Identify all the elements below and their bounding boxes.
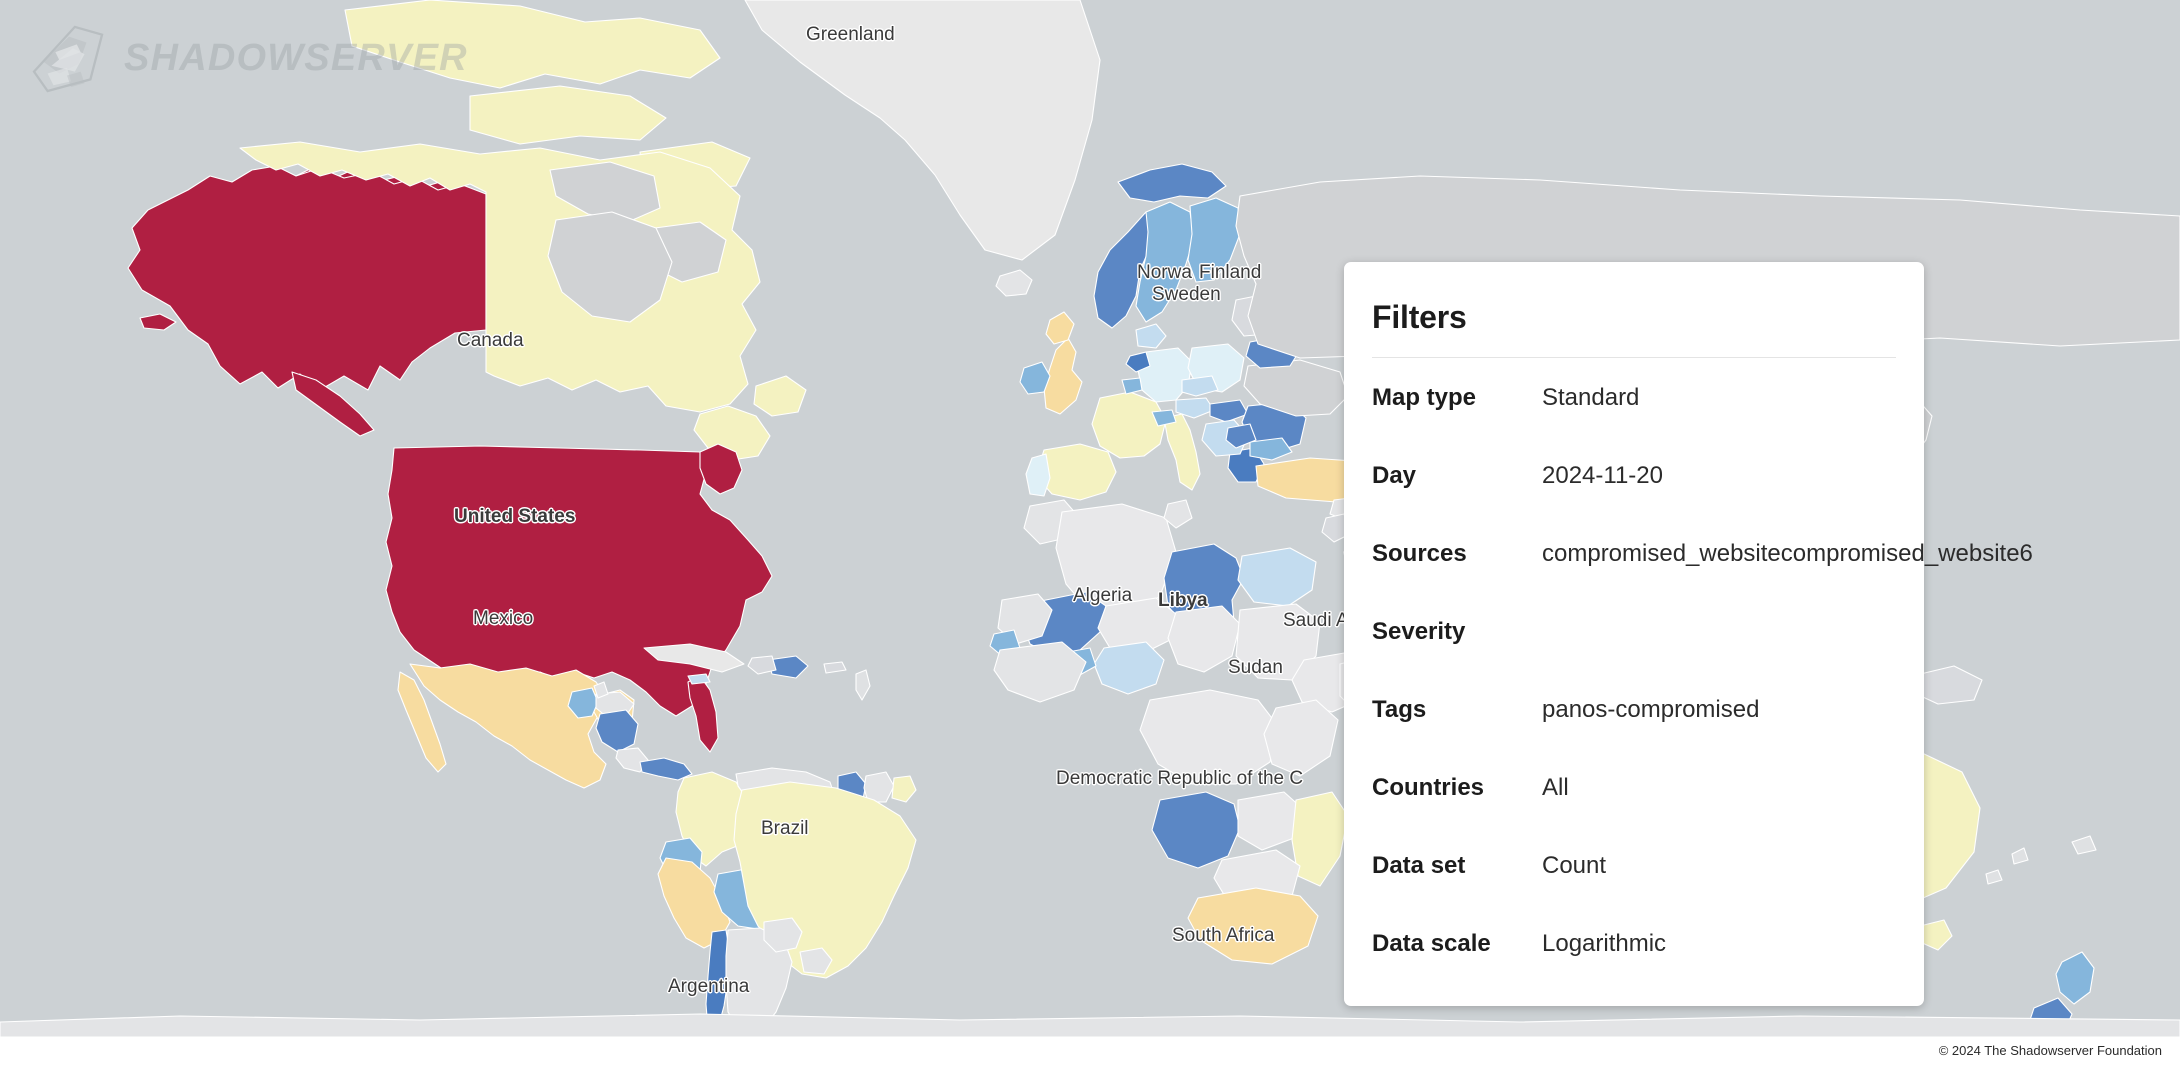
- filter-label-sources: Sources: [1372, 540, 1467, 568]
- filter-value-tags: panos-compromised: [1542, 696, 1760, 724]
- filter-value-day: 2024-11-20: [1542, 462, 1663, 490]
- filter-value-countries: All: [1542, 774, 1569, 802]
- filter-row-day[interactable]: Day 2024-11-20: [1372, 462, 1896, 540]
- page-footer: © 2024 The Shadowserver Foundation: [0, 1037, 2180, 1066]
- copyright-text: © 2024 The Shadowserver Foundation: [1938, 1043, 2162, 1058]
- filter-row-sources[interactable]: Sources compromised_websitecompromised_w…: [1372, 540, 2033, 618]
- filters-rows: Map type Standard Day 2024-11-20 Sources…: [1372, 384, 2033, 1008]
- filter-value-data-scale: Logarithmic: [1542, 930, 1667, 958]
- filters-divider: [1372, 357, 1896, 359]
- filter-row-map-type[interactable]: Map type Standard: [1372, 384, 1896, 462]
- filter-value-data-set: Count: [1542, 852, 1607, 880]
- filter-row-data-set[interactable]: Data set Count: [1372, 852, 1896, 930]
- filter-value-sources: compromised_websitecompromised_website6: [1542, 540, 2033, 568]
- world-map[interactable]: SHADOWSERVER Greenland Canada United Sta…: [0, 0, 2180, 1037]
- filter-row-severity[interactable]: Severity: [1372, 618, 1896, 696]
- filter-value-map-type: Standard: [1542, 384, 1640, 412]
- filter-row-tags[interactable]: Tags panos-compromised: [1372, 696, 1896, 774]
- filter-label-data-scale: Data scale: [1372, 930, 1491, 958]
- filters-panel[interactable]: Filters Map type Standard Day 2024-11-20…: [1344, 262, 2033, 1008]
- filter-label-map-type: Map type: [1372, 384, 1477, 412]
- filter-row-countries[interactable]: Countries All: [1372, 774, 1896, 852]
- country-france[interactable]: [1091, 391, 1167, 459]
- country-jamaica[interactable]: [687, 673, 711, 685]
- filter-label-tags: Tags: [1372, 696, 1427, 724]
- filter-label-data-set: Data set: [1372, 852, 1466, 880]
- filters-title: Filters: [1372, 299, 1467, 335]
- choropleth-map-page: SHADOWSERVER Greenland Canada United Sta…: [0, 0, 2180, 1066]
- filter-label-countries: Countries: [1372, 774, 1485, 802]
- filter-label-day: Day: [1372, 462, 1417, 490]
- filter-row-data-scale[interactable]: Data scale Logarithmic: [1372, 930, 1896, 1008]
- filter-label-severity: Severity: [1372, 618, 1466, 646]
